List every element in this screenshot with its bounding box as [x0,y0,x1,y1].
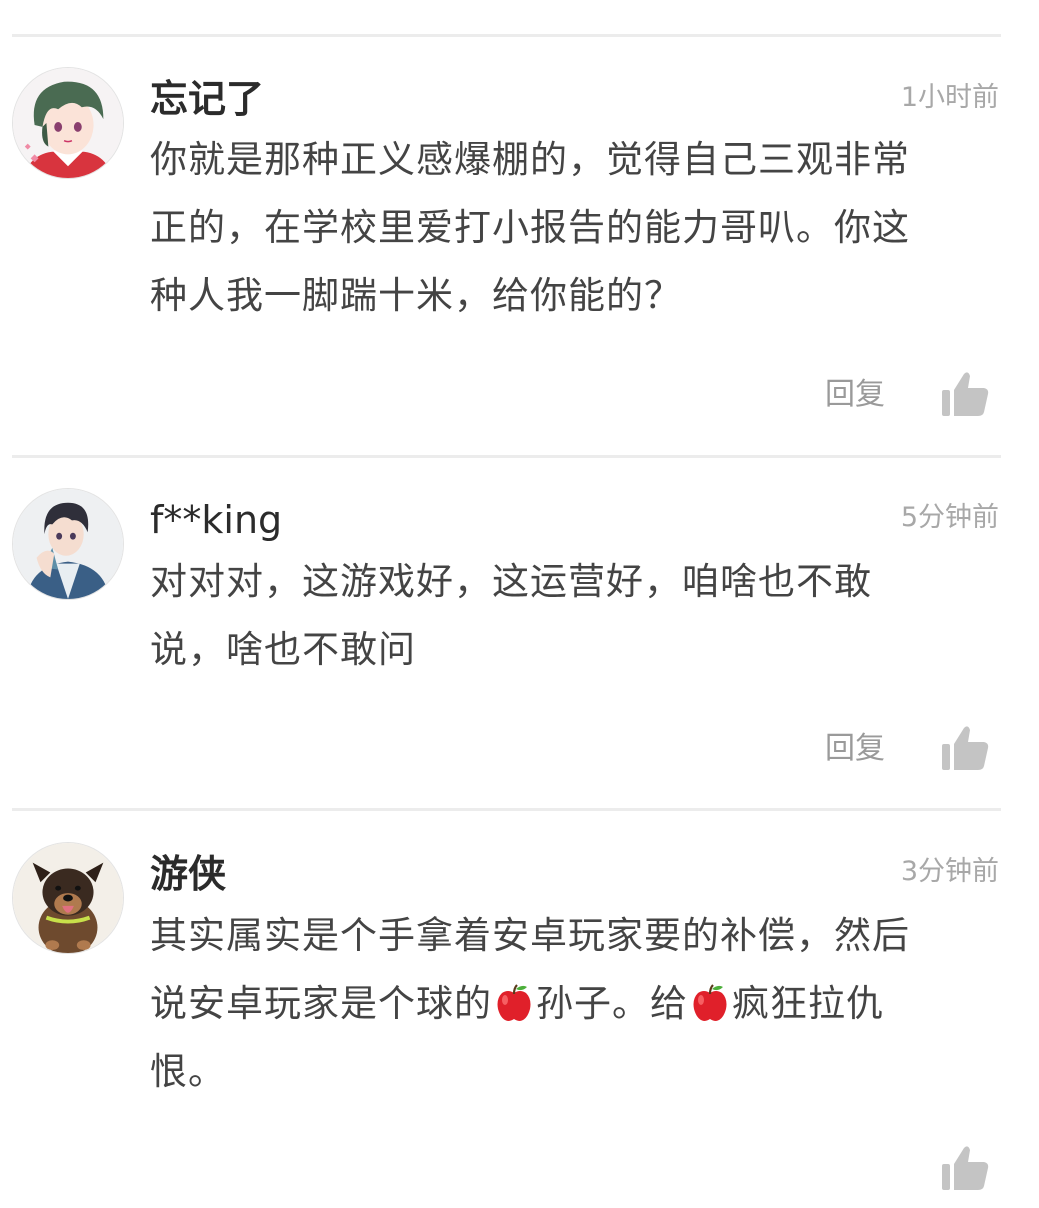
username[interactable]: 忘记了 [150,77,264,121]
puppy-avatar-icon [13,843,123,953]
comment-text-segment: 孙子。给 [536,982,688,1025]
divider [12,455,1001,458]
comment-time: 3分钟前 [900,856,999,887]
comment-text-segment: 疯狂拉仇 [732,982,884,1025]
thumbs-up-icon [942,372,989,416]
comment-line: 正的，在学校里爱打小报告的能力哥叭。你这 [150,206,910,249]
red-apple-emoji-icon [497,984,531,1021]
divider-top [12,34,1001,37]
thumbs-up-icon [942,726,989,770]
comment-time: 1小时前 [900,82,999,113]
comment-line: 对对对，这游戏好，这运营好，咱啥也不敢 [150,560,872,603]
avatar[interactable] [12,842,124,954]
comment-line: 其实属实是个手拿着安卓玩家要的补偿，然后 [150,914,910,957]
reply-button[interactable]: 回复 [825,377,885,413]
comment-line: 说安卓玩家是个球的 孙子。给 疯狂拉仇 [150,970,1000,1038]
comment-line: 你就是那种正义感爆棚的，觉得自己三观非常 [150,138,910,181]
comment-line: 种人我一脚踹十米，给你能的？ [150,274,682,317]
comment-text-segment: 说安卓玩家是个球的 [150,982,492,1025]
username[interactable]: f**king [150,498,282,542]
avatar[interactable] [12,67,124,179]
thumbs-up-icon [942,1146,989,1190]
comment-time: 5分钟前 [900,502,999,533]
comment-line: 恨。 [150,1050,226,1093]
like-button[interactable] [940,1144,990,1192]
red-apple-emoji-icon [693,984,727,1021]
anime-boy-jacket-avatar-icon [13,489,123,599]
comment-text: 其实属实是个手拿着安卓玩家要的补偿，然后 说安卓玩家是个球的 孙子。给 疯狂拉仇… [150,902,1000,1106]
comment-line: 说，啥也不敢问 [150,628,416,671]
reply-button[interactable]: 回复 [825,731,885,767]
like-button[interactable] [940,370,990,418]
username[interactable]: 游侠 [150,852,226,896]
comment-text: 你就是那种正义感爆棚的，觉得自己三观非常 正的，在学校里爱打小报告的能力哥叭。你… [150,126,1000,330]
comment-text: 对对对，这游戏好，这运营好，咱啥也不敢 说，啥也不敢问 [150,548,1000,684]
anime-boy-avatar-icon [13,68,123,178]
divider [12,808,1001,811]
avatar[interactable] [12,488,124,600]
like-button[interactable] [940,724,990,772]
